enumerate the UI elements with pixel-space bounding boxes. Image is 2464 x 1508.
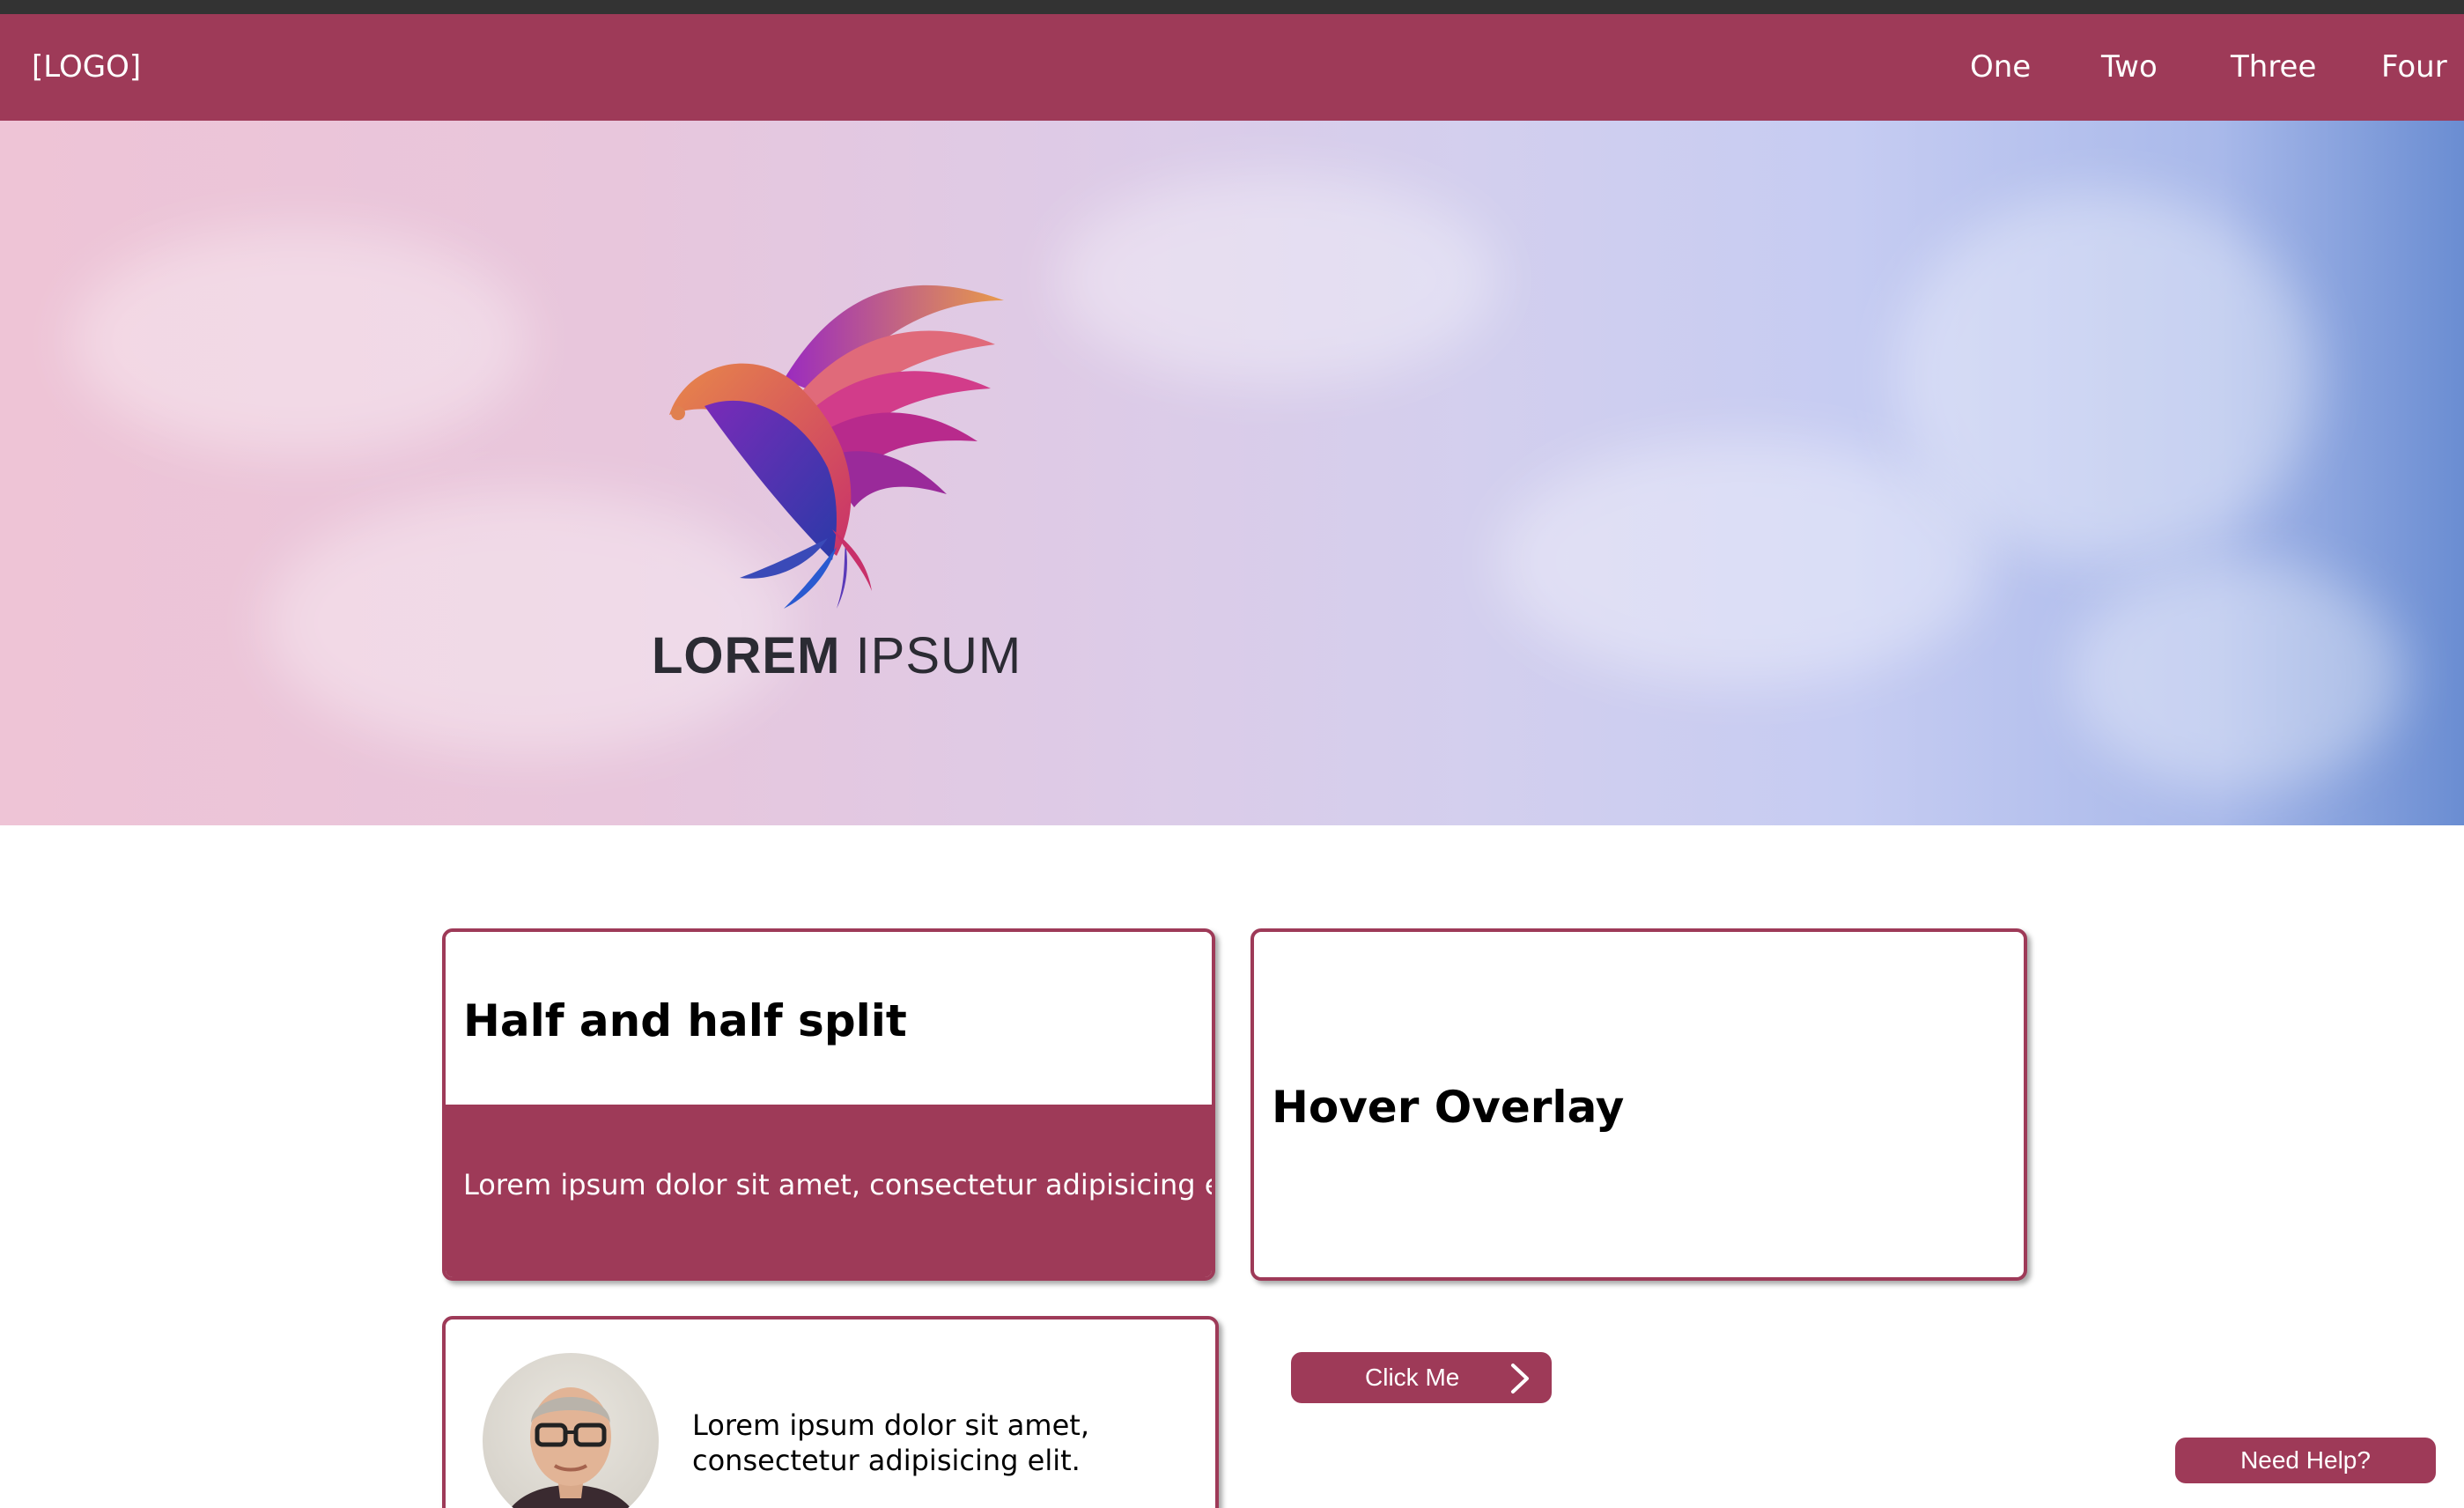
hero-logo: LOREM IPSUM [652,274,1021,688]
navbar: [LOGO] One Two Three Four [0,14,2464,121]
browser-top-strip [0,0,2464,14]
cloud-decoration [1497,438,1990,684]
cloud-decoration [2069,561,2404,790]
bird-icon [669,285,1004,609]
cloud-decoration [1893,191,2316,561]
hero-banner: LOREM IPSUM [0,121,2464,825]
need-help-button[interactable]: Need Help? [2175,1438,2436,1483]
split-card-title: Half and half split [463,995,907,1046]
logo-text[interactable]: [LOGO] [32,49,141,85]
split-card-top: Half and half split [446,932,1212,1105]
hover-card-title: Hover Overlay [1272,1082,1625,1133]
nav-link-one[interactable]: One [1970,49,2031,85]
cloud-decoration [70,226,528,455]
hover-overlay-card[interactable]: Hover Overlay [1250,928,2027,1281]
hero-brand-bold: LOREM [652,627,841,684]
split-card[interactable]: Half and half split Lorem ipsum dolor si… [442,928,1215,1281]
chevron-right-icon [1509,1363,1531,1401]
split-card-text: Lorem ipsum dolor sit amet, consectetur … [463,1168,1215,1201]
profile-text: Lorem ipsum dolor sit amet, consectetur … [692,1408,1089,1477]
click-me-button[interactable]: Click Me [1291,1352,1552,1403]
nav-link-four[interactable]: Four [2381,49,2447,85]
nav-link-three[interactable]: Three [2231,49,2316,85]
nav-link-two[interactable]: Two [2101,49,2158,85]
hero-brand-light: IPSUM [855,627,1022,684]
hero-brand-text: LOREM IPSUM [652,626,1022,685]
profile-card[interactable]: Lorem ipsum dolor sit amet, consectetur … [442,1316,1219,1508]
click-me-label: Click Me [1365,1364,1460,1391]
person-photo-icon [511,1387,631,1508]
split-card-bottom: Lorem ipsum dolor sit amet, consectetur … [446,1105,1215,1277]
cloud-decoration [1057,174,1497,385]
avatar [483,1353,659,1508]
